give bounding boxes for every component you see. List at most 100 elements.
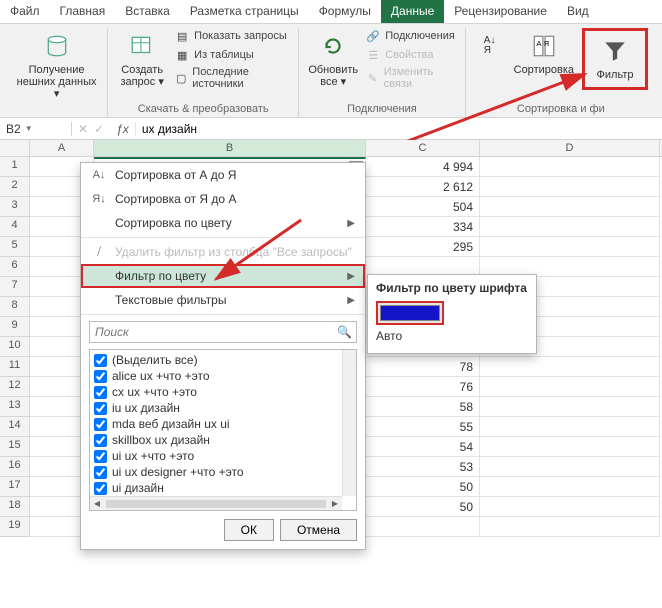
cell[interactable] bbox=[480, 457, 660, 477]
row-hdr[interactable]: 13 bbox=[0, 397, 30, 417]
checklist-item[interactable]: (Выделить все) bbox=[92, 352, 354, 368]
fx-icon[interactable]: ƒx bbox=[110, 122, 136, 136]
cell[interactable] bbox=[480, 437, 660, 457]
row-hdr[interactable]: 2 bbox=[0, 177, 30, 197]
tab-view[interactable]: Вид bbox=[557, 0, 599, 23]
cell[interactable]: 2 612 bbox=[366, 177, 480, 197]
cell[interactable]: 4 994 bbox=[366, 157, 480, 177]
tab-home[interactable]: Главная bbox=[50, 0, 116, 23]
tab-insert[interactable]: Вставка bbox=[115, 0, 180, 23]
row-hdr[interactable]: 16 bbox=[0, 457, 30, 477]
checklist-checkbox[interactable] bbox=[94, 402, 107, 415]
connections-cmd[interactable]: 🔗Подключения bbox=[365, 28, 456, 44]
checklist-checkbox[interactable] bbox=[94, 450, 107, 463]
cell[interactable]: 295 bbox=[366, 237, 480, 257]
checklist-checkbox[interactable] bbox=[94, 386, 107, 399]
cell[interactable]: 50 bbox=[366, 477, 480, 497]
auto-color-item[interactable]: Авто bbox=[376, 329, 528, 343]
tab-formulas[interactable]: Формулы bbox=[309, 0, 381, 23]
checklist-hscroll[interactable]: ◀▶ bbox=[90, 496, 342, 510]
sort-az-item[interactable]: А↓Сортировка от А до Я bbox=[81, 163, 365, 187]
row-hdr[interactable]: 12 bbox=[0, 377, 30, 397]
checklist-item[interactable]: ui ux designer +что +это bbox=[92, 464, 354, 480]
filter-search-input[interactable] bbox=[89, 321, 357, 343]
cell[interactable] bbox=[480, 517, 660, 537]
tab-review[interactable]: Рецензирование bbox=[444, 0, 557, 23]
cell[interactable]: 78 bbox=[366, 357, 480, 377]
cell[interactable]: 53 bbox=[366, 457, 480, 477]
col-hdr-c[interactable]: C bbox=[366, 140, 480, 156]
checklist-item[interactable]: cx ux +что +это bbox=[92, 384, 354, 400]
cell[interactable] bbox=[480, 377, 660, 397]
cell[interactable]: 334 bbox=[366, 217, 480, 237]
row-hdr[interactable]: 3 bbox=[0, 197, 30, 217]
checklist-item[interactable]: iu ux дизайн bbox=[92, 400, 354, 416]
name-box[interactable]: B2▼ bbox=[0, 122, 72, 136]
row-hdr[interactable]: 18 bbox=[0, 497, 30, 517]
cell[interactable]: 58 bbox=[366, 397, 480, 417]
checklist-item[interactable]: mda веб дизайн ux ui bbox=[92, 416, 354, 432]
cell[interactable]: 55 bbox=[366, 417, 480, 437]
col-hdr-d[interactable]: D bbox=[480, 140, 660, 156]
checklist-item[interactable]: skillbox ux дизайн bbox=[92, 432, 354, 448]
filter-button[interactable]: Фильтр bbox=[589, 33, 641, 85]
cell[interactable] bbox=[480, 397, 660, 417]
row-hdr[interactable]: 5 bbox=[0, 237, 30, 257]
col-hdr-b[interactable]: B bbox=[94, 140, 366, 156]
checklist-checkbox[interactable] bbox=[94, 418, 107, 431]
row-hdr[interactable]: 4 bbox=[0, 217, 30, 237]
row-hdr[interactable]: 6 bbox=[0, 257, 30, 277]
row-hdr[interactable]: 10 bbox=[0, 337, 30, 357]
cell[interactable] bbox=[480, 197, 660, 217]
text-filters-item[interactable]: Текстовые фильтры▶ bbox=[81, 288, 365, 312]
cell[interactable] bbox=[480, 177, 660, 197]
font-color-chip-blue[interactable] bbox=[380, 305, 440, 321]
cell[interactable] bbox=[480, 217, 660, 237]
row-hdr[interactable]: 1 bbox=[0, 157, 30, 177]
cell[interactable] bbox=[480, 417, 660, 437]
formula-input[interactable] bbox=[136, 122, 662, 136]
create-query-button[interactable]: Создать запрос ▾ bbox=[116, 28, 168, 92]
cell[interactable] bbox=[480, 477, 660, 497]
sort-za-item[interactable]: Я↓Сортировка от Я до А bbox=[81, 187, 365, 211]
cell[interactable] bbox=[480, 157, 660, 177]
sort-by-color-item[interactable]: Сортировка по цвету▶ bbox=[81, 211, 365, 235]
show-queries-cmd[interactable]: ▤Показать запросы bbox=[174, 28, 290, 44]
cell[interactable] bbox=[366, 517, 480, 537]
cell[interactable]: 76 bbox=[366, 377, 480, 397]
checklist-item[interactable]: alice ux +что +это bbox=[92, 368, 354, 384]
row-hdr[interactable]: 9 bbox=[0, 317, 30, 337]
sort-button[interactable]: А Я Сортировка bbox=[512, 28, 576, 80]
cell[interactable]: 54 bbox=[366, 437, 480, 457]
sort-az-button[interactable]: А↓Я bbox=[474, 28, 506, 64]
checklist-item[interactable]: ui дизайн bbox=[92, 480, 354, 496]
tab-data[interactable]: Данные bbox=[381, 0, 444, 23]
get-external-data-button[interactable]: Получение нешних данных ▾ bbox=[14, 28, 99, 104]
row-hdr[interactable]: 7 bbox=[0, 277, 30, 297]
cancel-button[interactable]: Отмена bbox=[280, 519, 357, 541]
cell[interactable] bbox=[480, 497, 660, 517]
checklist-vscroll[interactable] bbox=[342, 350, 356, 496]
filter-by-color-item[interactable]: Фильтр по цвету▶ bbox=[81, 264, 365, 288]
row-hdr[interactable]: 19 bbox=[0, 517, 30, 537]
filter-checklist[interactable]: (Выделить все)alice ux +что +этоcx ux +ч… bbox=[89, 349, 357, 511]
checklist-checkbox[interactable] bbox=[94, 482, 107, 495]
row-hdr[interactable]: 17 bbox=[0, 477, 30, 497]
recent-sources-cmd[interactable]: ▢Последние источники bbox=[174, 66, 290, 90]
col-hdr-a[interactable]: A bbox=[30, 140, 94, 156]
ok-button[interactable]: ОК bbox=[224, 519, 274, 541]
checklist-checkbox[interactable] bbox=[94, 466, 107, 479]
checklist-item[interactable]: ui ux +что +это bbox=[92, 448, 354, 464]
cell[interactable] bbox=[480, 357, 660, 377]
refresh-all-button[interactable]: Обновить все ▾ bbox=[307, 28, 359, 92]
checklist-checkbox[interactable] bbox=[94, 434, 107, 447]
row-hdr[interactable]: 14 bbox=[0, 417, 30, 437]
checklist-checkbox[interactable] bbox=[94, 354, 107, 367]
tab-pagelayout[interactable]: Разметка страницы bbox=[180, 0, 309, 23]
select-all-corner[interactable] bbox=[0, 140, 30, 156]
checklist-checkbox[interactable] bbox=[94, 370, 107, 383]
cell[interactable] bbox=[480, 237, 660, 257]
from-table-cmd[interactable]: ▦Из таблицы bbox=[174, 47, 290, 63]
row-hdr[interactable]: 15 bbox=[0, 437, 30, 457]
cell[interactable]: 50 bbox=[366, 497, 480, 517]
